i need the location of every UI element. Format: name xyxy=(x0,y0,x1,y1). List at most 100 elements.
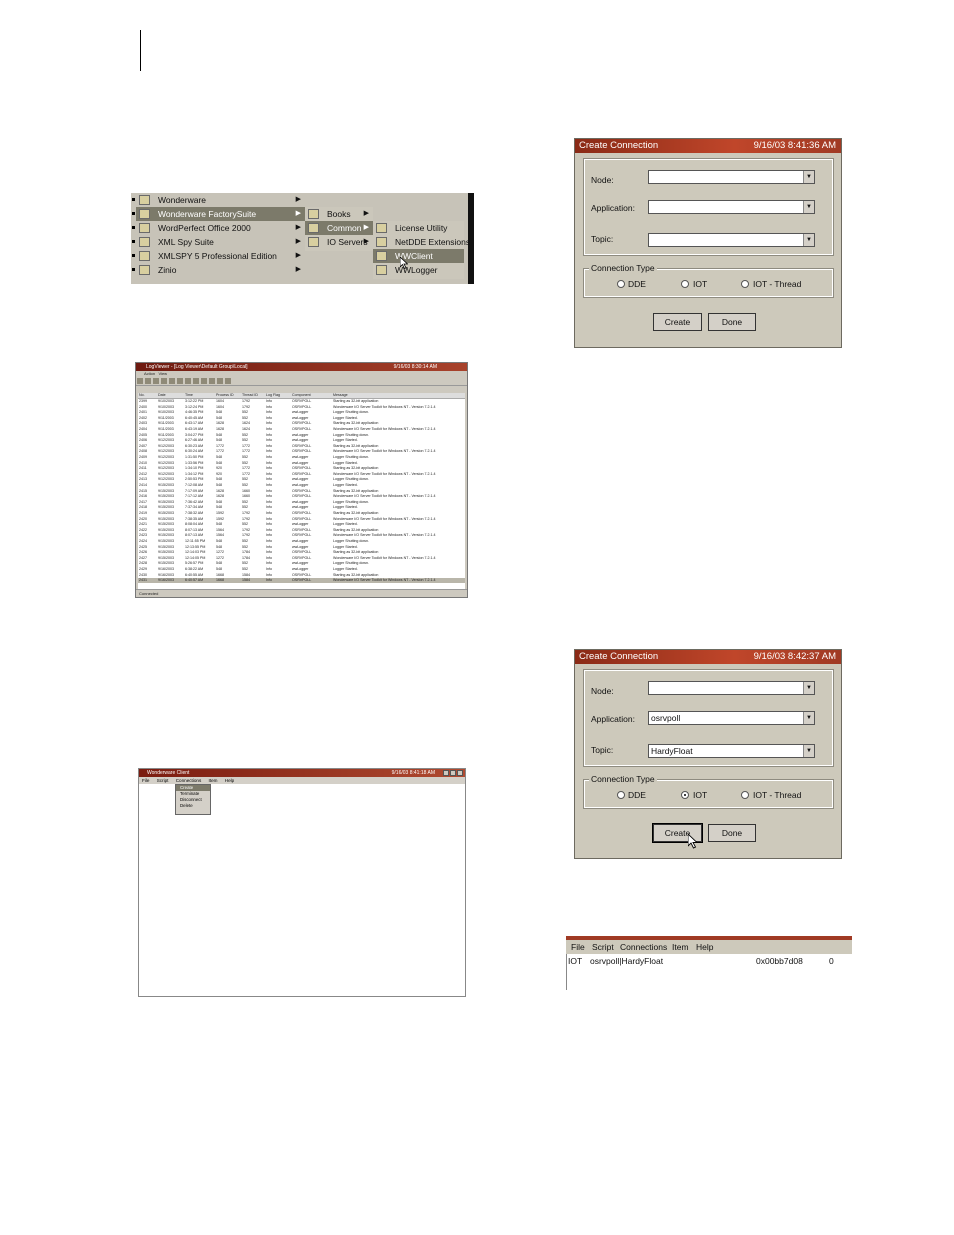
table-row[interactable]: 2417 9/15/2003 7:36:42 AM 548 552 Info wwLogge… xyxy=(138,500,465,505)
table-row[interactable]: 2419 9/15/2003 7:38:32 AM 1592 1792 Info OSRVP… xyxy=(138,511,465,516)
menu-help[interactable]: Help xyxy=(696,940,713,954)
menu-item-books[interactable]: Books ▶ xyxy=(305,207,373,221)
radio-iot[interactable] xyxy=(681,280,689,288)
toolbar-icon[interactable] xyxy=(177,378,183,384)
toolbar-icon[interactable] xyxy=(145,378,151,384)
log-message-grid[interactable]: No. Date Time Process ID Thread ID Log Flag Co… xyxy=(138,393,465,589)
table-row[interactable]: 2406 9/12/2003 6:27:46 AM 548 552 Info wwLogge… xyxy=(138,438,465,443)
toolbar-icon[interactable] xyxy=(169,378,175,384)
table-row[interactable]: 2409 9/12/2003 1:31:50 PM 548 552 Info wwLogge… xyxy=(138,455,465,460)
menu-item-license-utility[interactable]: License Utility xyxy=(373,221,464,235)
menu-file[interactable]: File xyxy=(142,778,149,783)
column-header[interactable]: Component xyxy=(292,393,311,397)
menu-connections[interactable]: Connections xyxy=(620,940,667,954)
table-row[interactable]: 2422 9/15/2003 8:07:13 AM 1564 1792 Info OSRVP… xyxy=(138,528,465,533)
menu-item-wonderware-factorysuite[interactable]: Wonderware FactorySuite ▶ xyxy=(136,207,305,221)
menu-item[interactable]: Item xyxy=(209,778,218,783)
menu-item-xmlspy-5-professional-edition[interactable]: XMLSPY 5 Professional Edition ▶ xyxy=(136,249,305,263)
table-row[interactable]: 2423 9/15/2003 8:07:13 AM 1564 1792 Info OSRVP… xyxy=(138,533,465,538)
table-row[interactable]: 2416 9/15/2003 7:17:12 AM 1628 1660 Info OSRVP… xyxy=(138,494,465,499)
topic-combobox[interactable]: HardyFloat ▼ xyxy=(648,744,815,758)
menu-item-wwclient[interactable]: WWClient xyxy=(373,249,464,263)
table-row[interactable]: 2429 9/16/2003 6:38:22 AM 548 552 Info wwLogge… xyxy=(138,567,465,572)
menu-connections[interactable]: Connections xyxy=(176,778,202,783)
dropdown-arrow-icon[interactable]: ▼ xyxy=(803,234,814,246)
column-header[interactable]: No. xyxy=(139,393,145,397)
dropdown-arrow-icon[interactable]: ▼ xyxy=(803,201,814,213)
toolbar-icon[interactable] xyxy=(209,378,215,384)
table-row[interactable]: 2401 9/10/2003 4:46:35 PM 548 552 Info wwLogge… xyxy=(138,410,465,415)
table-row[interactable]: 2431 9/16/2003 6:40:57 AM 1668 1584 Info OSRVP… xyxy=(138,578,465,583)
toolbar-icon[interactable] xyxy=(185,378,191,384)
menu-item-xml-spy-suite[interactable]: XML Spy Suite ▶ xyxy=(136,235,305,249)
node-combobox[interactable]: ▼ xyxy=(648,170,815,184)
toolbar-icon[interactable] xyxy=(217,378,223,384)
column-header[interactable]: Message xyxy=(333,393,348,397)
table-row[interactable]: 2426 9/15/2003 12:14:03 PM 1272 1784 Info OSRV… xyxy=(138,550,465,555)
table-row[interactable]: 2413 9/12/2003 2:50:53 PM 548 552 Info wwLogge… xyxy=(138,477,465,482)
menu-script[interactable]: Script xyxy=(592,940,614,954)
table-row[interactable]: 2412 9/12/2003 1:34:12 PM 920 1772 Info OSRVPO… xyxy=(138,472,465,477)
table-row[interactable]: 2424 9/15/2003 12:11:55 PM 548 552 Info wwLogg… xyxy=(138,539,465,544)
column-header[interactable]: Date xyxy=(158,393,166,397)
dropdown-arrow-icon[interactable]: ▼ xyxy=(803,682,814,694)
done-button[interactable]: Done xyxy=(708,824,756,842)
table-row[interactable]: 2402 9/11/2003 6:40:45 AM 548 552 Info wwLogge… xyxy=(138,416,465,421)
menu-item-wwlogger[interactable]: WWLogger xyxy=(373,263,464,277)
table-row[interactable]: 2427 9/15/2003 12:14:05 PM 1272 1784 Info OSRV… xyxy=(138,556,465,561)
table-row[interactable]: 2400 9/10/2003 3:12:24 PM 1604 1792 Info OSRVP… xyxy=(138,405,465,410)
column-header[interactable]: Log Flag xyxy=(266,393,280,397)
column-header[interactable]: Thread ID xyxy=(242,393,258,397)
menu-item-netdde-extensions[interactable]: NetDDE Extensions xyxy=(373,235,470,249)
radio-iot-thread[interactable] xyxy=(741,280,749,288)
table-row[interactable]: 2399 9/10/2003 3:12:22 PM 1604 1792 Info OSRVP… xyxy=(138,399,465,404)
table-row[interactable]: 2408 9/12/2003 6:30:24 AM 1772 1772 Info OSRVP… xyxy=(138,449,465,454)
table-row[interactable]: 2403 9/11/2003 6:43:17 AM 1628 1624 Info OSRVP… xyxy=(138,421,465,426)
menu-item-wordperfect-office-2000[interactable]: WordPerfect Office 2000 ▶ xyxy=(136,221,305,235)
column-header[interactable]: Process ID xyxy=(216,393,234,397)
toolbar-icon[interactable] xyxy=(137,378,143,384)
table-row[interactable]: 2428 9/15/2003 5:26:57 PM 548 552 Info wwLogge… xyxy=(138,561,465,566)
table-row[interactable]: 2415 9/15/2003 7:17:09 AM 1628 1660 Info OSRVP… xyxy=(138,489,465,494)
application-combobox[interactable]: osrvpoll ▼ xyxy=(648,711,815,725)
menu-file[interactable]: File xyxy=(571,940,585,954)
menu-item-common[interactable]: Common ▶ xyxy=(305,221,373,235)
dropdown-arrow-icon[interactable]: ▼ xyxy=(803,745,814,757)
toolbar-icon[interactable] xyxy=(153,378,159,384)
menu-item-zinio[interactable]: Zinio ▶ xyxy=(136,263,305,277)
toolbar-icon[interactable] xyxy=(225,378,231,384)
table-row[interactable]: 2420 9/15/2003 7:38:35 AM 1592 1792 Info OSRVP… xyxy=(138,517,465,522)
menu-item-io-servers[interactable]: IO Servers ▶ xyxy=(305,235,373,249)
table-row[interactable]: 2410 9/12/2003 1:33:56 PM 548 552 Info wwLogge… xyxy=(138,461,465,466)
toolbar-icon[interactable] xyxy=(161,378,167,384)
close-button[interactable] xyxy=(457,770,463,776)
maximize-button[interactable] xyxy=(450,770,456,776)
toolbar-icon[interactable] xyxy=(193,378,199,384)
table-row[interactable]: 2411 9/12/2003 1:34:10 PM 920 1772 Info OSRVPO… xyxy=(138,466,465,471)
node-combobox[interactable]: ▼ xyxy=(648,681,815,695)
dropdown-delete[interactable]: Delete xyxy=(176,803,210,809)
table-row[interactable]: 2425 9/15/2003 12:13:55 PM 548 552 Info wwLogg… xyxy=(138,545,465,550)
minimize-button[interactable] xyxy=(443,770,449,776)
table-row[interactable]: 2407 9/12/2003 6:30:23 AM 1772 1772 Info OSRVP… xyxy=(138,444,465,449)
column-header[interactable]: Time xyxy=(185,393,193,397)
topic-combobox[interactable]: ▼ xyxy=(648,233,815,247)
table-row[interactable]: 2405 9/11/2003 3:04:27 PM 548 552 Info wwLogge… xyxy=(138,433,465,438)
menu-item[interactable]: Item xyxy=(672,940,689,954)
table-row[interactable]: 2421 9/15/2003 8:08:04 AM 548 552 Info wwLogge… xyxy=(138,522,465,527)
menu-item-wonderware[interactable]: Wonderware ▶ xyxy=(136,193,305,207)
table-row[interactable]: 2430 9/16/2003 6:40:55 AM 1668 1584 Info OSRVP… xyxy=(138,573,465,578)
radio-dde[interactable] xyxy=(617,280,625,288)
table-row[interactable]: 2414 9/15/2003 7:12:08 AM 548 552 Info wwLogge… xyxy=(138,483,465,488)
menu-view[interactable]: View xyxy=(158,371,167,376)
table-row[interactable]: 2404 9/11/2003 6:43:19 AM 1628 1624 Info OSRVP… xyxy=(138,427,465,432)
toolbar-icon[interactable] xyxy=(201,378,207,384)
menu-action[interactable]: Action xyxy=(144,371,155,376)
table-row[interactable]: 2418 9/15/2003 7:37:34 AM 548 552 Info wwLogge… xyxy=(138,505,465,510)
radio-dde[interactable] xyxy=(617,791,625,799)
radio-iot-thread[interactable] xyxy=(741,791,749,799)
done-button[interactable]: Done xyxy=(708,313,756,331)
menu-help[interactable]: Help xyxy=(225,778,234,783)
dropdown-arrow-icon[interactable]: ▼ xyxy=(803,712,814,724)
radio-iot[interactable] xyxy=(681,791,689,799)
